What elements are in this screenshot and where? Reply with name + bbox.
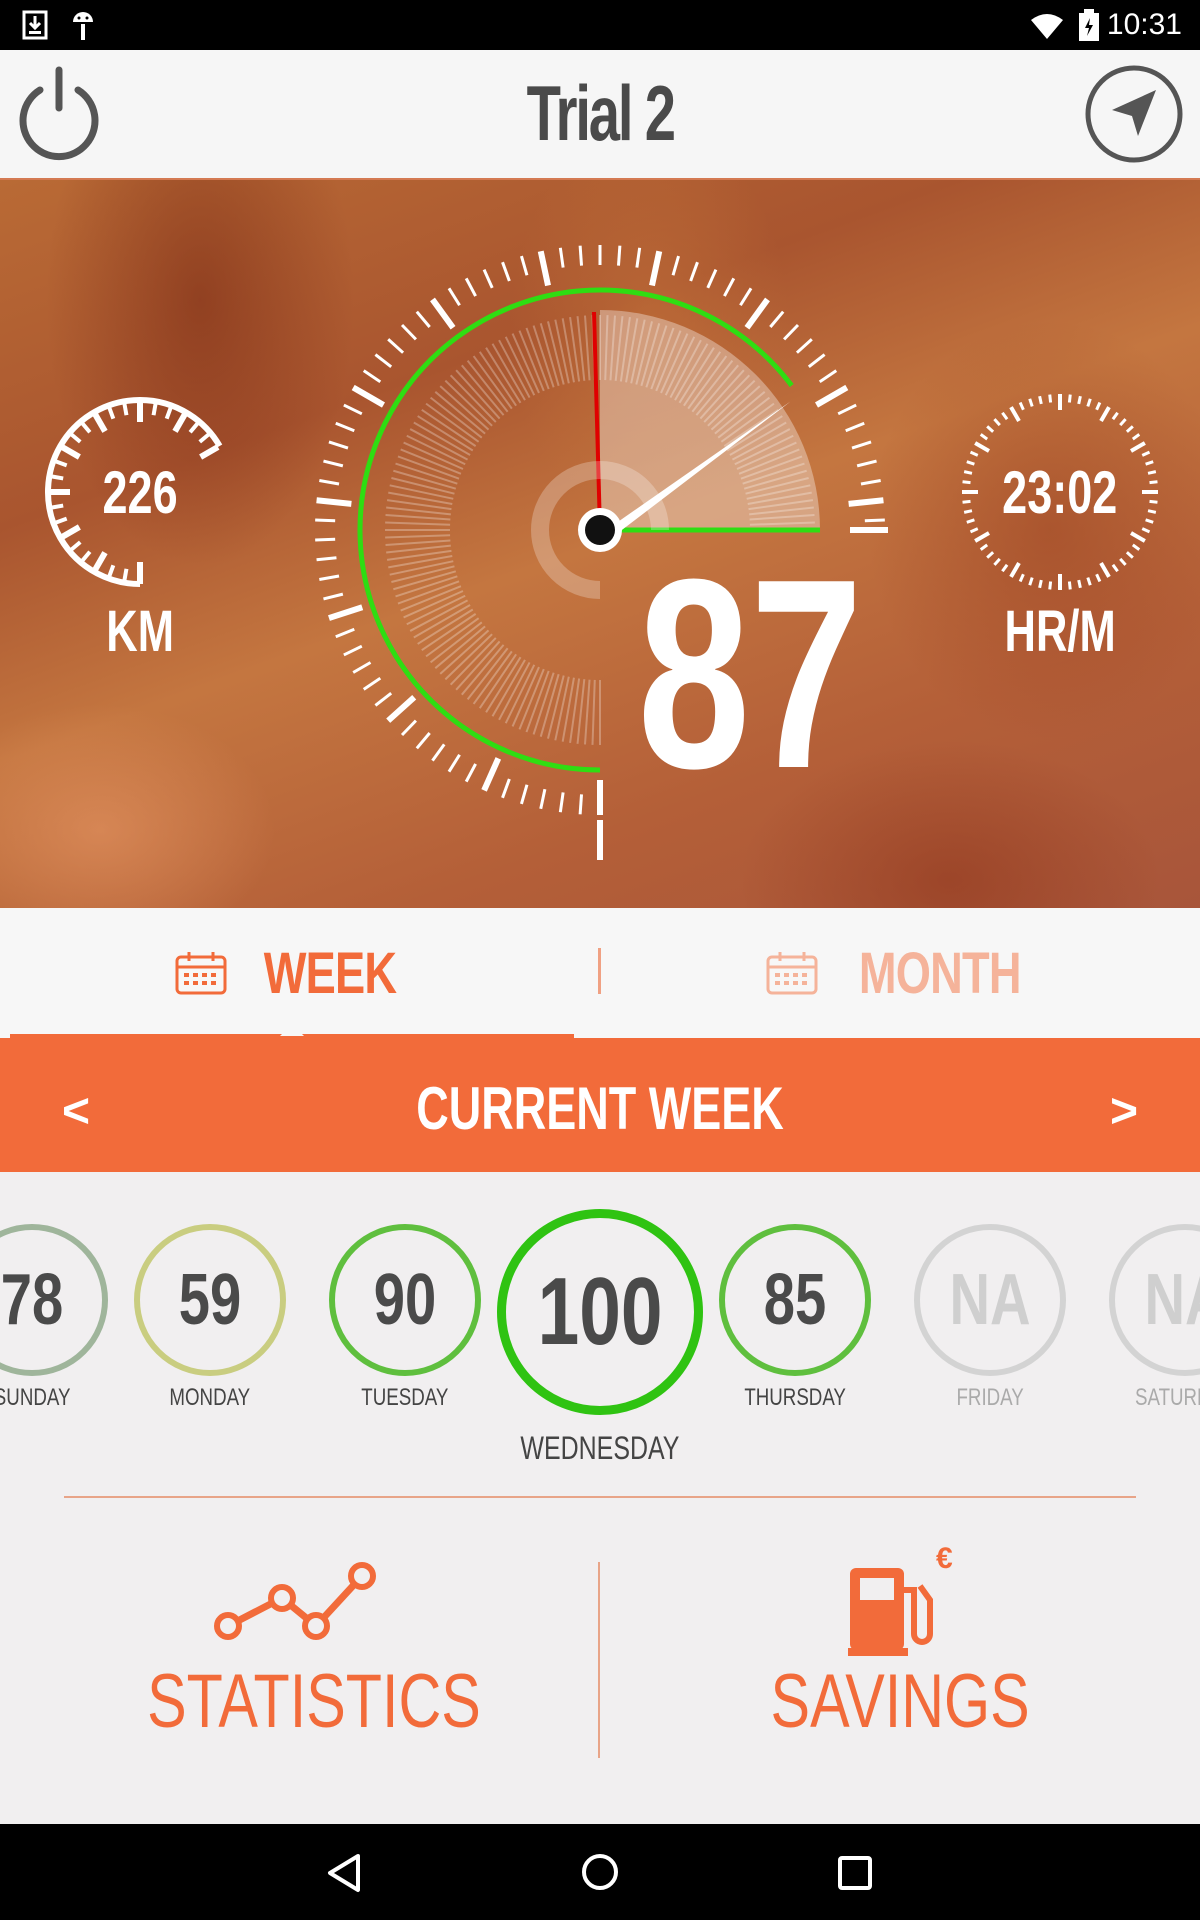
euro-symbol: € — [936, 1542, 953, 1575]
calendar-icon — [766, 952, 818, 995]
battery-icon — [1079, 9, 1099, 41]
statistics-label: STATISTICS — [147, 1659, 481, 1744]
score-ring: NA — [914, 1224, 1066, 1376]
score-value: NA — [1144, 1260, 1200, 1340]
day-name: SATURDAY — [1135, 1384, 1200, 1411]
score-ring: 78 — [0, 1224, 108, 1376]
tab-month[interactable]: MONTH — [610, 908, 1200, 1038]
back-icon[interactable] — [324, 1852, 364, 1894]
wifi-icon — [1031, 14, 1063, 39]
day-name: TUESDAY — [361, 1384, 449, 1411]
score-ring: 100 — [497, 1209, 703, 1415]
period-tabs: WEEK MONTH — [0, 908, 1200, 1038]
week-header: < CURRENT WEEK > — [0, 1038, 1200, 1172]
score-value: 90 — [373, 1260, 437, 1340]
system-nav-bar — [0, 1824, 1200, 1920]
bottom-actions: STATISTICS € SAVINGS — [0, 1500, 1200, 1824]
tab-month-label: MONTH — [859, 940, 1022, 1006]
distance-value: 226 — [102, 459, 178, 526]
day-name: WEDNESDAY — [520, 1430, 680, 1466]
time-unit: HR/M — [1004, 599, 1116, 664]
score-value: 78 — [0, 1260, 64, 1340]
page-title: Trial 2 — [526, 69, 675, 157]
savings-button[interactable]: € SAVINGS — [700, 1540, 1100, 1780]
score-value: 100 — [537, 1258, 663, 1365]
score-ring: 85 — [719, 1224, 871, 1376]
week-title: CURRENT WEEK — [416, 1075, 784, 1142]
time-value: 23:02 — [1002, 459, 1118, 526]
score-value: NA — [949, 1260, 1031, 1340]
status-bar: 10:31 — [0, 0, 1200, 50]
score-value: 59 — [178, 1260, 242, 1340]
score-ring: 59 — [134, 1224, 286, 1376]
android-icon — [73, 12, 93, 40]
home-icon[interactable] — [580, 1852, 620, 1892]
savings-label: SAVINGS — [770, 1659, 1030, 1744]
speed-value: 87 — [637, 524, 863, 825]
bottom-divider — [598, 1562, 600, 1758]
status-time: 10:31 — [1106, 8, 1182, 41]
divider — [64, 1496, 1136, 1498]
navigation-icon[interactable] — [1084, 64, 1184, 164]
tab-week-label: WEEK — [263, 940, 397, 1006]
dashboard-hero: 226 KM 87 23:02 HR/M — [0, 180, 1200, 908]
distance-unit: KM — [106, 599, 174, 664]
day-scores: 78 SUNDAY 59 MONDAY 90 TUESDAY 100 WEDNESDAY 85 T… — [0, 1172, 1200, 1492]
app-bar: Trial 2 — [0, 50, 1200, 180]
next-week-button[interactable]: > — [1110, 1084, 1138, 1139]
tab-divider — [598, 948, 601, 994]
line-chart-icon — [214, 1562, 376, 1640]
download-icon — [22, 10, 48, 40]
tab-pointer-icon — [280, 1024, 304, 1036]
score-value: 85 — [763, 1260, 827, 1340]
calendar-icon — [175, 952, 227, 995]
recents-icon[interactable] — [836, 1854, 874, 1892]
statistics-button[interactable]: STATISTICS — [100, 1540, 500, 1780]
score-ring: 90 — [329, 1224, 481, 1376]
tab-week[interactable]: WEEK — [0, 908, 590, 1038]
score-ring: NA — [1109, 1224, 1200, 1376]
